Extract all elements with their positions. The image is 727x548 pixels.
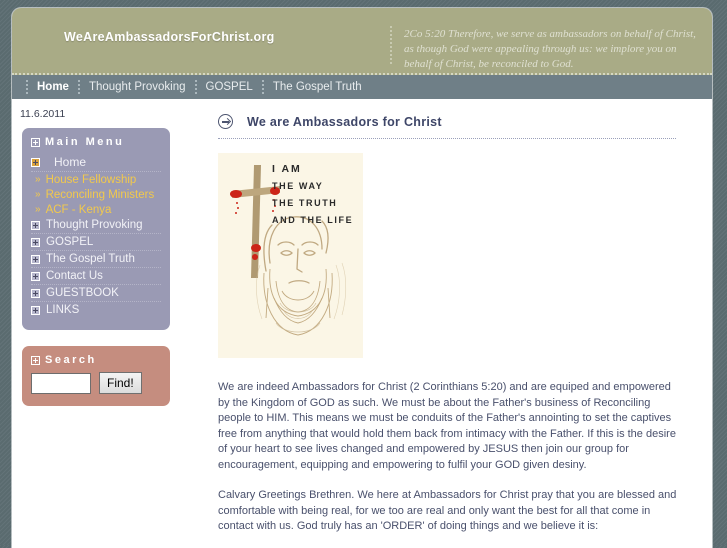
sidebar-item-thought-provoking[interactable]: Thought Provoking: [31, 217, 161, 234]
nav-item-the-gospel-truth[interactable]: The Gospel Truth: [261, 80, 371, 94]
hero-image-caption: I AM THE WAY THE TRUTH AND THE LIFE: [272, 161, 353, 229]
expand-plus-icon[interactable]: [31, 254, 40, 264]
sidebar-item-links[interactable]: LINKS: [31, 302, 161, 318]
double-chevron-icon: »: [35, 174, 41, 185]
hero-line-2: THE WAY: [272, 181, 324, 191]
article-body: We are indeed Ambassadors for Christ (2 …: [218, 380, 678, 535]
sidebar-subitem-reconciling-ministers[interactable]: » Reconciling Ministers: [31, 187, 161, 202]
sidebar-item-label: Contact Us: [46, 270, 103, 282]
sidebar-item-label: LINKS: [46, 304, 80, 316]
article-paragraph-2: Calvary Greetings Brethren. We here at A…: [218, 489, 677, 532]
search-input[interactable]: [31, 372, 91, 394]
panel-toggle-icon[interactable]: [31, 355, 40, 365]
expand-plus-icon[interactable]: [31, 288, 40, 298]
sidebar-item-gospel[interactable]: GOSPEL: [31, 234, 161, 251]
hero-line-4: AND THE LIFE: [272, 215, 354, 225]
expand-plus-icon[interactable]: [31, 220, 40, 230]
arrow-right-circle-icon: [218, 114, 233, 129]
sidebar-subitem-house-fellowship[interactable]: » House Fellowship: [31, 172, 161, 187]
sidebar-item-label: The Gospel Truth: [46, 253, 135, 265]
sidebar-item-guestbook[interactable]: GUESTBOOK: [31, 285, 161, 302]
main-menu-panel: Main Menu Home » House Fellowship » Reco…: [22, 128, 170, 330]
site-header-banner: WeAreAmbassadorsForChrist.org 2Co 5:20 T…: [12, 8, 712, 75]
sidebar-item-label: GOSPEL: [46, 236, 94, 248]
sidebar-item-label: GUESTBOOK: [46, 287, 119, 299]
sidebar-subitem-acf-kenya[interactable]: » ACF - Kenya: [31, 202, 161, 217]
main-content: We are Ambassadors for Christ I AM THE W…: [208, 100, 712, 548]
page-title: We are Ambassadors for Christ: [247, 114, 442, 129]
sidebar-item-home[interactable]: Home: [31, 153, 161, 172]
nav-item-home[interactable]: Home: [26, 80, 78, 94]
sidebar-subitem-label: Reconciling Ministers: [45, 188, 155, 201]
sidebar-item-label: Home: [54, 155, 87, 169]
hero-line-3: THE TRUTH: [272, 198, 338, 208]
search-panel-title-label: Search: [45, 354, 97, 366]
search-form: Find!: [31, 372, 161, 394]
panel-toggle-icon[interactable]: [31, 137, 40, 147]
hero-image-jesus-cross: I AM THE WAY THE TRUTH AND THE LIFE: [218, 153, 363, 358]
expand-plus-icon[interactable]: [31, 271, 40, 281]
expand-plus-icon[interactable]: [31, 157, 40, 167]
expand-plus-icon[interactable]: [31, 237, 40, 247]
find-button[interactable]: Find!: [99, 372, 142, 394]
expand-plus-icon[interactable]: [31, 305, 40, 315]
sidebar-subitem-label: House Fellowship: [45, 173, 137, 186]
main-menu-title: Main Menu: [31, 136, 161, 148]
sidebar-item-label: Thought Provoking: [46, 219, 143, 231]
nav-item-thought-provoking[interactable]: Thought Provoking: [77, 80, 195, 94]
double-chevron-icon: »: [35, 189, 41, 200]
site-title: WeAreAmbassadorsForChrist.org: [64, 30, 275, 44]
search-panel-title: Search: [31, 354, 161, 366]
article-paragraph-1: We are indeed Ambassadors for Christ (2 …: [218, 381, 676, 471]
sidebar-subitem-label: ACF - Kenya: [45, 203, 112, 216]
sidebar-item-the-gospel-truth[interactable]: The Gospel Truth: [31, 251, 161, 268]
main-menu-list: Home » House Fellowship » Reconciling Mi…: [31, 153, 161, 318]
header-tagline: 2Co 5:20 Therefore, we serve as ambassad…: [404, 28, 696, 70]
double-chevron-icon: »: [35, 204, 41, 215]
sidebar: 11.6.2011 Main Menu Home » House Fellows…: [12, 100, 208, 406]
hero-line-1: I AM: [272, 163, 302, 175]
sidebar-item-contact-us[interactable]: Contact Us: [31, 268, 161, 285]
main-menu-title-label: Main Menu: [45, 136, 125, 148]
page-frame: WeAreAmbassadorsForChrist.org 2Co 5:20 T…: [12, 8, 712, 548]
header-divider: [390, 26, 392, 64]
main-navigation-bar: Home Thought Provoking GOSPEL The Gospel…: [12, 75, 712, 100]
current-date: 11.6.2011: [20, 108, 66, 120]
content-header: We are Ambassadors for Christ: [218, 114, 676, 139]
search-panel: Search Find!: [22, 346, 170, 406]
body-region: 11.6.2011 Main Menu Home » House Fellows…: [12, 100, 712, 548]
nav-item-gospel[interactable]: GOSPEL: [194, 80, 262, 94]
